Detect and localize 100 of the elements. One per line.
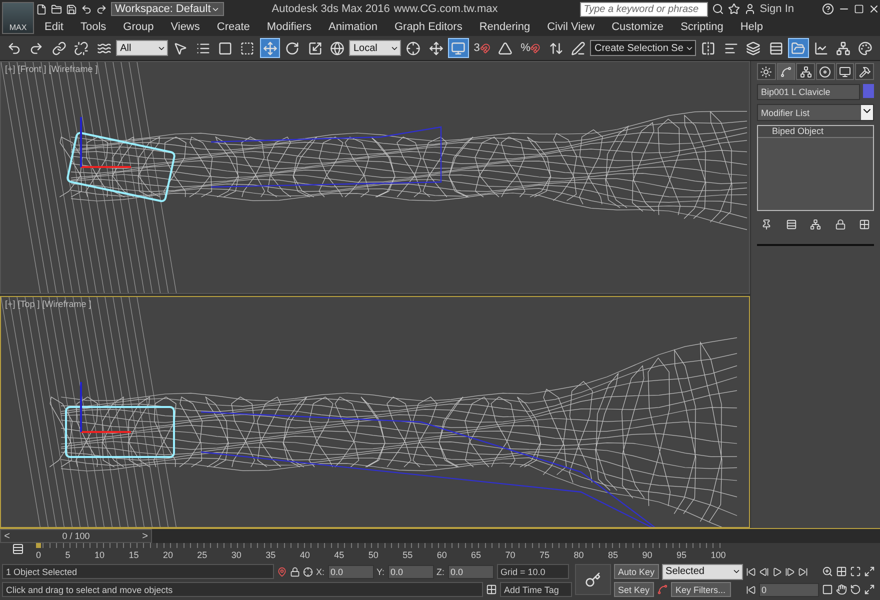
key-mode-dropdown[interactable]: Selected [662,564,743,580]
move-arrows-button[interactable] [260,38,280,58]
frame-tick-label: 30 [231,550,242,561]
prompt-text: Click and drag to select and move objects [2,582,483,597]
pin-icon[interactable] [761,219,772,230]
star-icon[interactable] [728,3,740,15]
dropdown[interactable]: Create Selection Se [590,40,696,56]
cursor-icon [173,40,188,56]
menu-item[interactable]: Civil View [538,21,604,33]
zoom-extents-icon[interactable] [850,566,861,577]
help-icon[interactable] [822,3,834,15]
curve-tab[interactable] [776,63,796,80]
new-file-icon[interactable] [36,4,47,14]
snap-toggle[interactable]: 3 [470,38,494,58]
menu-item[interactable]: Create [208,21,258,33]
go-to-end-icon[interactable] [798,566,808,576]
spinner-icon [548,40,564,56]
search-field[interactable]: Type a keyword or phrase [580,2,708,16]
magnet-icon [530,42,541,54]
sun-tab[interactable] [757,63,776,80]
sign-in-link[interactable]: Sign In [760,3,794,15]
viewport[interactable]: [+] [Top ] [Wireframe ] [0,296,750,528]
frame-tick-label: 75 [540,550,550,561]
viewport-label[interactable]: [+] [Front ] [Wireframe ] [5,64,98,74]
orbit-icon[interactable] [850,584,861,595]
disc-tab[interactable] [816,63,835,80]
key-button[interactable] [575,564,611,595]
frame-tick-label: 40 [300,550,310,561]
menu-item[interactable]: Graph Editors [386,21,471,33]
snap-toggle[interactable]: % [518,38,544,58]
y-coordinate-field[interactable]: 0.0 [388,564,434,578]
list-cursor-icon [196,40,210,56]
open-folder-icon[interactable] [51,4,62,14]
curve-icon[interactable] [656,584,668,595]
undo-icon[interactable] [81,4,92,14]
set-key-button[interactable]: Set Key [614,582,654,597]
wave-icon [96,40,112,56]
menu-item[interactable]: Modifiers [258,21,320,33]
redo-icon[interactable] [96,4,107,14]
time-thumb[interactable] [36,543,41,548]
lock-icon[interactable] [834,219,846,230]
menu-item[interactable]: Customize [603,21,672,33]
maximize-icon[interactable] [854,4,864,14]
menu-item[interactable]: Scripting [672,21,732,33]
object-color-swatch[interactable] [863,84,874,98]
magnet-icon [480,42,490,54]
menu-item[interactable]: Tools [72,21,115,33]
object-name-field[interactable]: Bip001 L Clavicle [757,84,860,100]
menu-item[interactable]: Views [162,21,208,33]
save-icon[interactable] [66,4,77,14]
menu-item[interactable]: Animation [320,21,386,33]
viewport-label[interactable]: [+] [Top ] [Wireframe ] [5,298,92,308]
z-coordinate-field[interactable]: 0.0 [448,564,494,578]
pan-hand-icon[interactable] [836,584,847,595]
x-coordinate-field[interactable]: 0.0 [328,564,374,578]
next-key-icon[interactable] [784,566,795,576]
selection-status: 1 Object Selected [2,564,274,579]
current-frame-field[interactable]: 0 [758,582,819,596]
previous-key-icon[interactable] [758,566,769,576]
close-icon[interactable] [868,3,880,15]
workspace-dropdown[interactable]: Workspace: Default [111,2,224,16]
viewport[interactable]: [+] [Front ] [Wireframe ] [0,61,750,294]
go-to-start-icon[interactable] [746,566,756,576]
app-menu-button[interactable]: MAX [2,2,34,34]
palette-icon [858,40,873,56]
hammer-tab[interactable] [855,63,874,80]
crosshair-icon [406,40,421,56]
dropdown[interactable]: Local [349,40,402,56]
monitor-tab[interactable] [836,63,854,80]
lock-icon[interactable] [290,566,300,576]
zoom-icon[interactable] [822,566,833,577]
layers-icon [746,40,761,56]
stack-item[interactable]: Biped Object [758,126,873,138]
maximize-viewport-icon[interactable] [864,584,875,595]
dropdown[interactable]: All [116,40,168,56]
frame-tick-label: 10 [94,550,104,561]
time-slider[interactable]: < 0 / 100 > [0,529,152,543]
key-filters-button[interactable]: Key Filters... [670,582,731,597]
z-label: Z: [436,566,445,576]
menu-item[interactable]: Help [732,21,772,33]
menu-item[interactable]: Rendering [470,21,539,33]
move-arrows-icon [262,40,278,56]
frame-tick-label: 25 [197,550,208,561]
hierarchy-tab[interactable] [796,63,816,80]
frame-tick-label: 35 [266,550,276,561]
monitor-icon [839,66,852,78]
zoom-all-icon[interactable] [836,566,847,577]
menu-item[interactable]: Edit [36,21,72,33]
menu-item[interactable]: Group [114,21,162,33]
add-time-tag-button[interactable]: Add Time Tag [500,582,572,597]
grid-size: Grid = 10.0 [496,564,569,579]
zoom-extents-all-icon[interactable] [864,566,875,577]
disc-icon [819,66,832,78]
modifier-list-dropdown[interactable]: Modifier List [757,104,874,121]
align-icon [724,40,738,56]
curve-icon [780,66,792,78]
auto-key-button[interactable]: Auto Key [614,564,659,579]
play-icon[interactable] [772,566,782,576]
search-icon[interactable] [712,3,724,15]
broken-link-icon [74,40,89,56]
